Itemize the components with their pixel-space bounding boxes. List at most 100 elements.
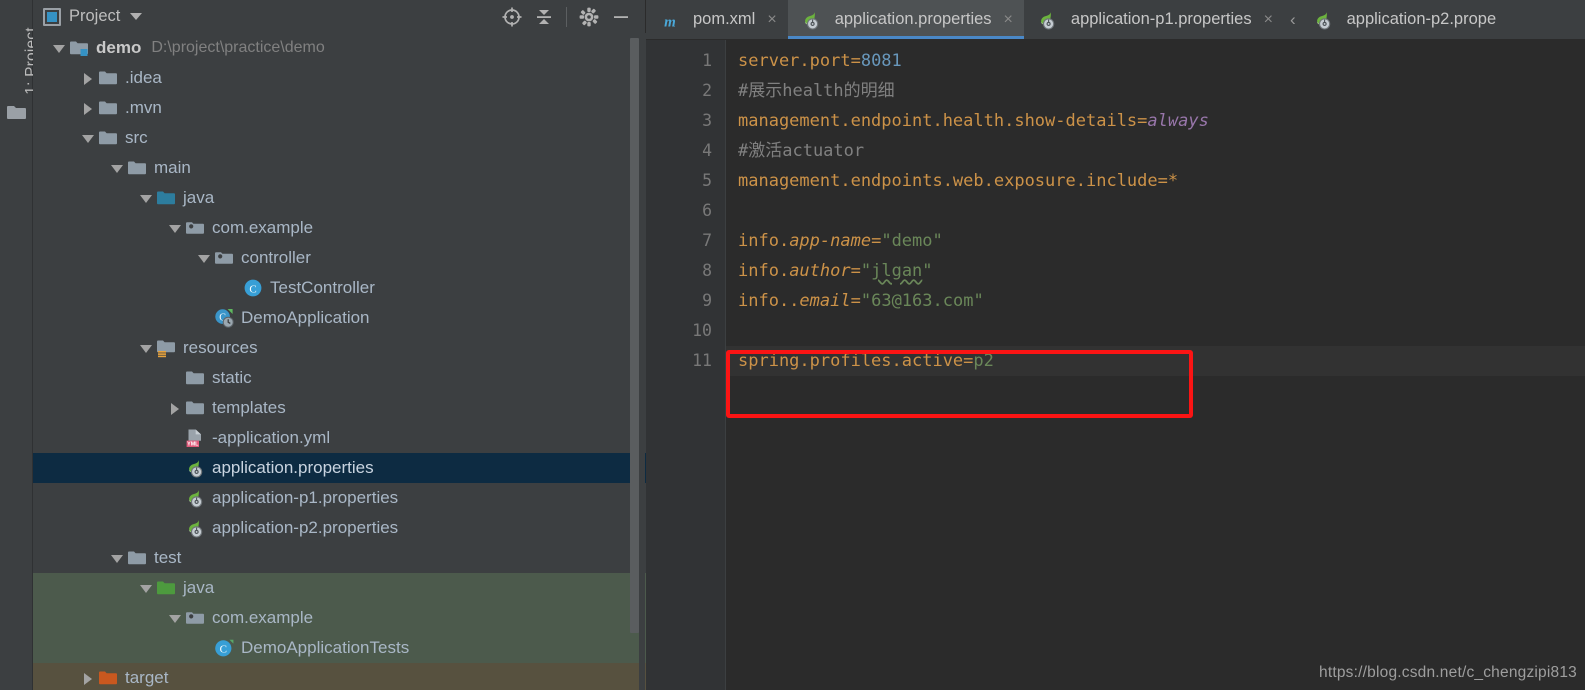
- chevron-down-icon[interactable]: [109, 550, 125, 566]
- editor-tab[interactable]: application-p1.properties ×: [1024, 0, 1284, 39]
- project-panel: Project demo D:\project\practice\demo .i…: [33, 0, 646, 690]
- project-tree[interactable]: demo D:\project\practice\demo .idea .mvn src…: [33, 33, 646, 690]
- chevron-down-icon[interactable]: [167, 220, 183, 236]
- tree-row[interactable]: com.example: [33, 213, 646, 243]
- chevron-down-icon[interactable]: [167, 610, 183, 626]
- spring-properties-icon: [1037, 10, 1057, 30]
- chevron-down-icon[interactable]: [138, 340, 154, 356]
- code-line-5[interactable]: management.endpoints.web.exposure.includ…: [726, 166, 1585, 196]
- tree-row[interactable]: controller: [33, 243, 646, 273]
- tree-row-label: .idea: [125, 68, 162, 87]
- chevron-down-icon[interactable]: [51, 40, 67, 56]
- chevron-right-icon[interactable]: [80, 670, 96, 686]
- line-number: 1: [702, 51, 712, 70]
- project-view-selector[interactable]: Project: [43, 7, 143, 26]
- close-icon[interactable]: ×: [1004, 11, 1013, 28]
- folder-icon: [98, 98, 118, 118]
- tree-row-label: test: [154, 548, 182, 567]
- tree-row[interactable]: YML -application.yml: [33, 423, 646, 453]
- tree-row-label: TestController: [270, 278, 375, 297]
- editor-tab-label: application.properties: [834, 10, 992, 28]
- folder-icon: [98, 128, 118, 148]
- editor-tab[interactable]: application.properties ×: [787, 0, 1025, 39]
- package-icon: [185, 608, 205, 628]
- chevron-left-icon[interactable]: ‹: [1284, 0, 1300, 39]
- svg-text:C: C: [249, 283, 256, 295]
- editor-tab[interactable]: application-p2.prope: [1300, 0, 1508, 39]
- tree-arrow-placeholder: [167, 460, 183, 476]
- tree-row-path: D:\project\practice\demo: [151, 39, 325, 56]
- line-number: 2: [702, 81, 712, 100]
- code-line-11[interactable]: spring.profiles.active=p2: [726, 346, 1585, 376]
- target-folder-icon: [98, 668, 118, 688]
- close-icon[interactable]: ×: [767, 11, 776, 28]
- chevron-down-icon[interactable]: [138, 580, 154, 596]
- tree-row[interactable]: static: [33, 363, 646, 393]
- code-line-10[interactable]: [726, 316, 1585, 346]
- code-line-8[interactable]: info.author="jlgan": [726, 256, 1585, 286]
- tree-row[interactable]: java: [33, 573, 646, 603]
- tree-row[interactable]: .idea: [33, 63, 646, 93]
- tree-row-label: target: [125, 668, 169, 687]
- line-number: 9: [702, 291, 712, 310]
- tree-row-label: src: [125, 128, 148, 147]
- chevron-right-icon[interactable]: [80, 70, 96, 86]
- tree-row[interactable]: demo D:\project\practice\demo: [33, 33, 646, 63]
- line-number: 10: [692, 321, 712, 340]
- tree-row[interactable]: java: [33, 183, 646, 213]
- gear-icon[interactable]: [573, 3, 605, 31]
- code-line-6[interactable]: [726, 196, 1585, 226]
- tree-row[interactable]: C DemoApplication: [33, 303, 646, 333]
- toolbar-divider: [566, 6, 567, 27]
- project-tree-scrollbar[interactable]: [630, 38, 639, 633]
- tree-row[interactable]: .mvn: [33, 93, 646, 123]
- source-folder-icon: [156, 188, 176, 208]
- editor-tab[interactable]: m pom.xml ×: [646, 0, 788, 39]
- tree-row[interactable]: application-p1.properties: [33, 483, 646, 513]
- tree-row[interactable]: test: [33, 543, 646, 573]
- package-icon: [214, 248, 234, 268]
- tree-row[interactable]: C TestController: [33, 273, 646, 303]
- code-line-1[interactable]: server.port=8081: [726, 46, 1585, 76]
- chevron-down-icon[interactable]: [196, 250, 212, 266]
- folder-icon: [127, 548, 147, 568]
- spring-boot-app-icon: C: [214, 308, 234, 328]
- chevron-down-icon[interactable]: [130, 13, 143, 20]
- chevron-down-icon[interactable]: [138, 190, 154, 206]
- code-editor[interactable]: 1 2 3 4 5 6 7 8 9 10 11 server.port=8081 #展示health…: [646, 40, 1585, 690]
- folder-icon: [185, 398, 205, 418]
- tree-arrow-placeholder: [196, 640, 212, 656]
- editor-tab-label: pom.xml: [693, 10, 756, 28]
- folder-icon: [98, 68, 118, 88]
- code-line-4[interactable]: #激活actuator: [726, 136, 1585, 166]
- tree-row[interactable]: C DemoApplicationTests: [33, 633, 646, 663]
- tree-row[interactable]: main: [33, 153, 646, 183]
- chevron-down-icon[interactable]: [109, 160, 125, 176]
- tree-row[interactable]: com.example: [33, 603, 646, 633]
- tree-row-label: static: [212, 368, 252, 387]
- line-number: 11: [692, 351, 712, 370]
- tree-row[interactable]: application.properties: [33, 453, 646, 483]
- tree-row[interactable]: templates: [33, 393, 646, 423]
- code-line-7[interactable]: info.app-name="demo": [726, 226, 1585, 256]
- line-number: 6: [702, 201, 712, 220]
- chevron-right-icon[interactable]: [80, 100, 96, 116]
- tree-row[interactable]: src: [33, 123, 646, 153]
- collapse-all-icon[interactable]: [528, 3, 560, 31]
- minimize-icon[interactable]: [605, 3, 637, 31]
- code-line-9[interactable]: info..email="63@163.com": [726, 286, 1585, 316]
- chevron-right-icon[interactable]: [167, 400, 183, 416]
- code-line-2[interactable]: #展示health的明细: [726, 76, 1585, 106]
- code-content[interactable]: server.port=8081 #展示health的明细 management…: [726, 40, 1585, 690]
- left-tool-strip: 1: Project: [0, 0, 40, 690]
- close-icon[interactable]: ×: [1264, 11, 1273, 28]
- tree-arrow-placeholder: [196, 310, 212, 326]
- tree-row[interactable]: application-p2.properties: [33, 513, 646, 543]
- tree-arrow-placeholder: [167, 430, 183, 446]
- tree-row[interactable]: target: [33, 663, 646, 690]
- code-line-3[interactable]: management.endpoint.health.show-details=…: [726, 106, 1585, 136]
- chevron-down-icon[interactable]: [80, 130, 96, 146]
- locate-in-tree-icon[interactable]: [496, 3, 528, 31]
- tree-row-label: application-p1.properties: [212, 488, 399, 507]
- tree-row[interactable]: resources: [33, 333, 646, 363]
